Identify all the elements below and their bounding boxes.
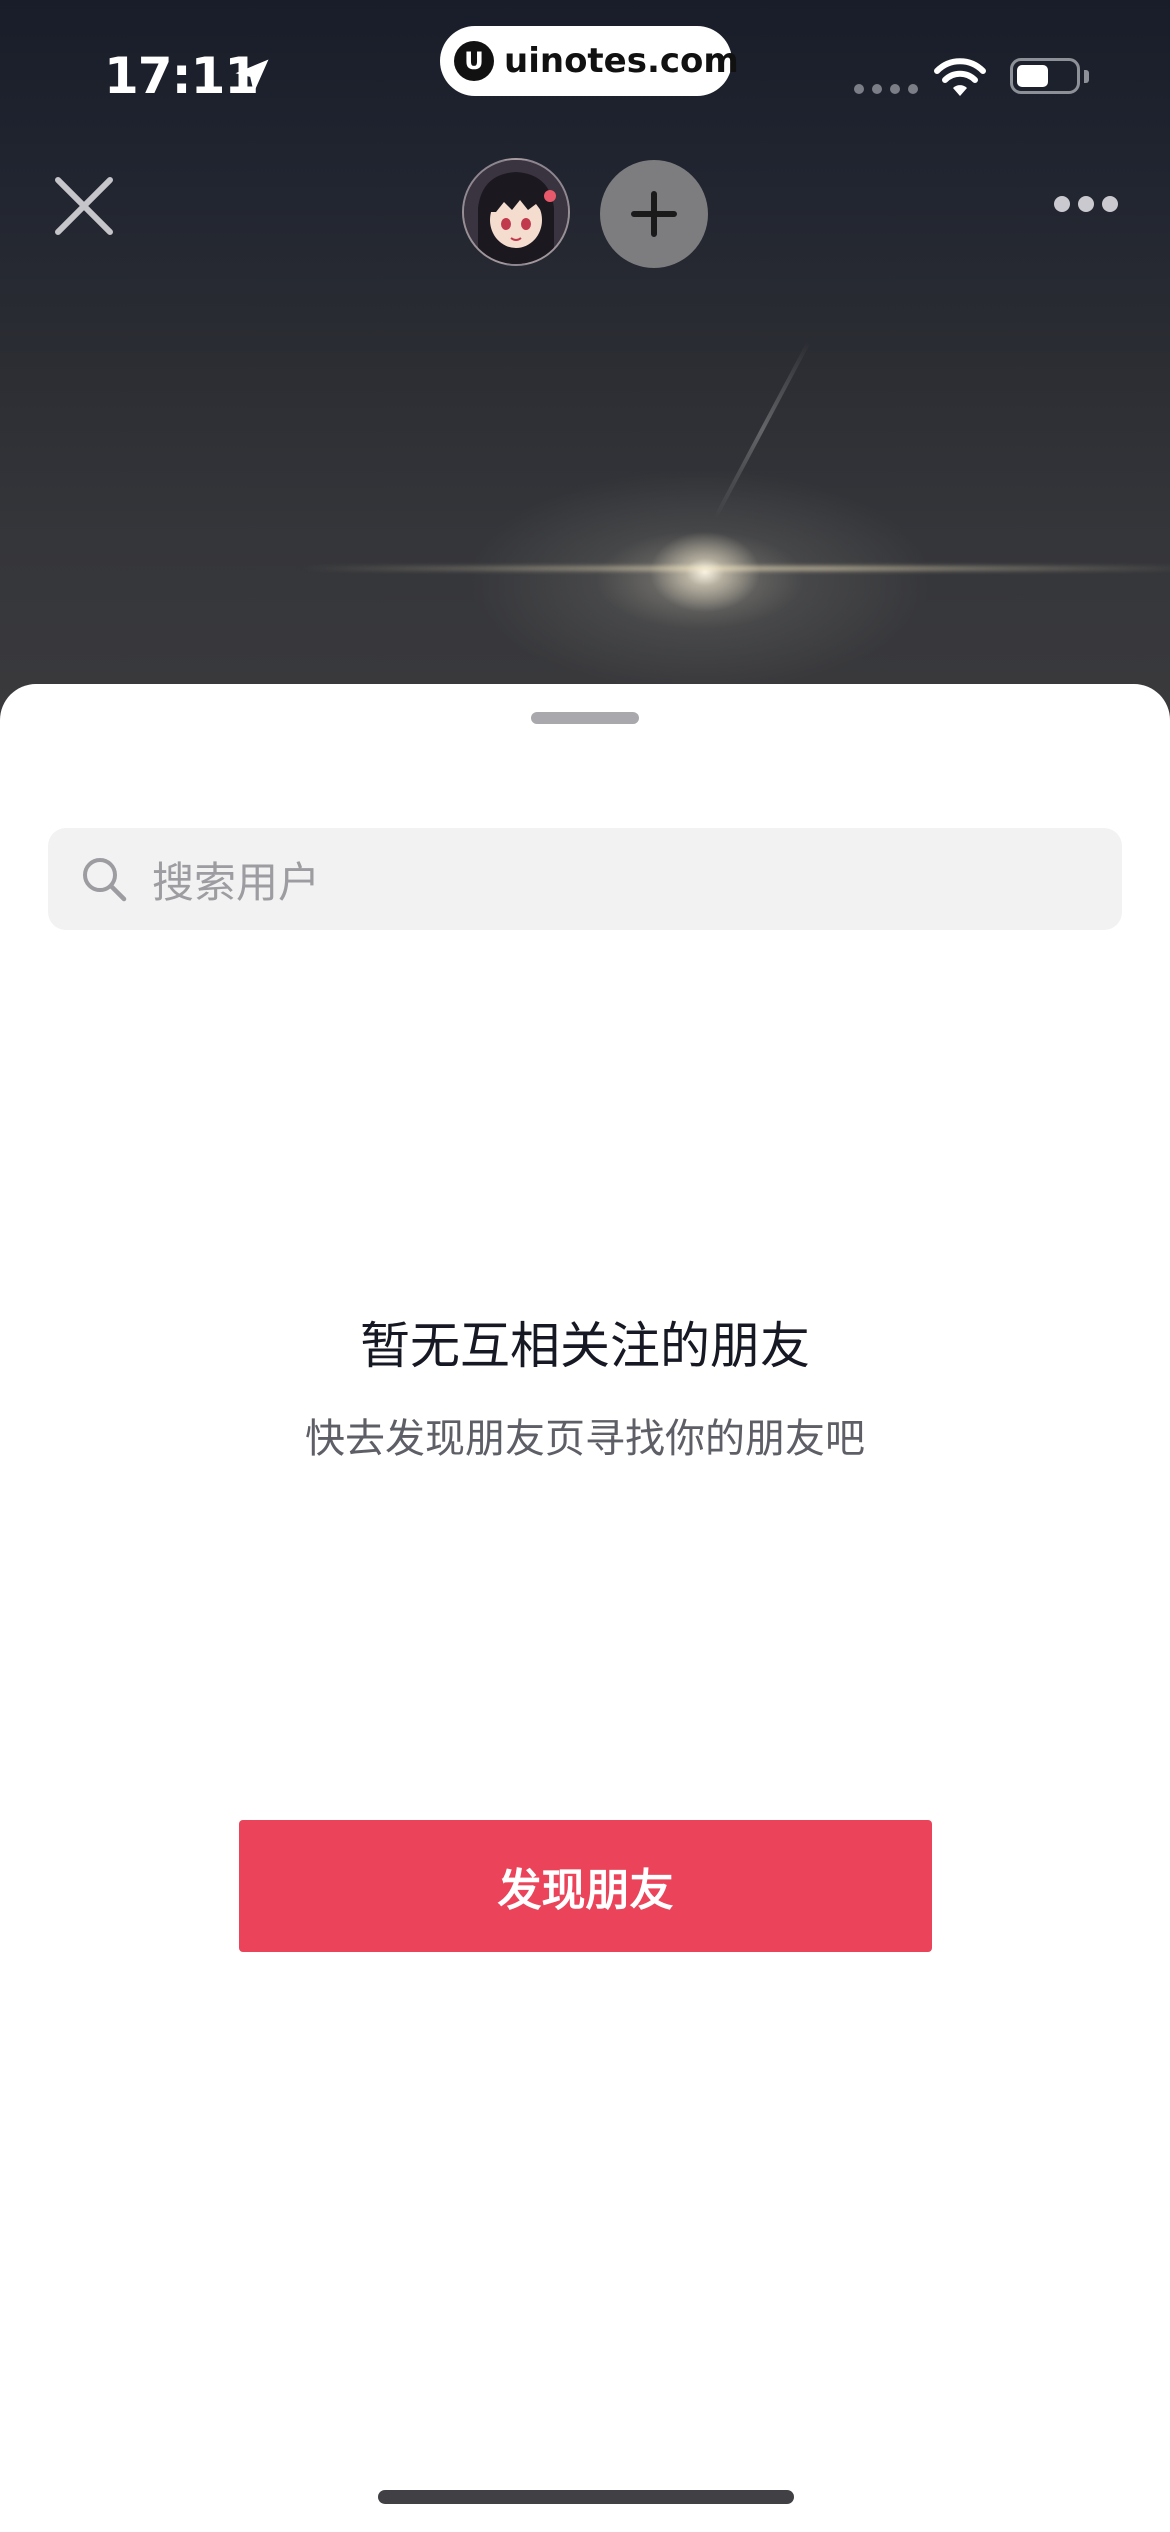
search-input[interactable]: 搜索用户 — [48, 828, 1122, 930]
home-indicator[interactable] — [378, 2490, 794, 2504]
background-light-streak — [300, 566, 1170, 571]
search-icon — [83, 858, 127, 902]
more-icon[interactable] — [1054, 196, 1118, 212]
location-arrow-icon — [235, 59, 269, 93]
avatar[interactable] — [462, 158, 570, 266]
add-friend-button[interactable] — [600, 160, 708, 268]
empty-state-title: 暂无互相关注的朋友 — [360, 1317, 810, 1375]
battery-level — [1017, 65, 1048, 87]
empty-state-subtitle: 快去发现朋友页寻找你的朋友吧 — [305, 1416, 865, 1462]
wifi-icon — [934, 58, 986, 96]
url-text: uinotes.com — [504, 41, 739, 81]
background-image — [0, 0, 1170, 720]
battery-icon — [1010, 58, 1080, 94]
battery-nub — [1084, 70, 1089, 83]
friends-sheet: 搜索用户 暂无互相关注的朋友 快去发现朋友页寻找你的朋友吧 发现朋友 — [0, 684, 1170, 2532]
avatar-illustration — [464, 160, 568, 264]
sheet-drag-handle[interactable] — [531, 712, 639, 724]
plus-icon — [631, 191, 677, 237]
cellular-signal-icon — [854, 84, 918, 94]
uinotes-logo-icon: U — [454, 41, 494, 81]
close-icon[interactable] — [52, 174, 116, 238]
find-friends-button[interactable]: 发现朋友 — [239, 1820, 932, 1952]
url-pill: U uinotes.com — [440, 26, 739, 96]
search-placeholder: 搜索用户 — [152, 857, 321, 907]
